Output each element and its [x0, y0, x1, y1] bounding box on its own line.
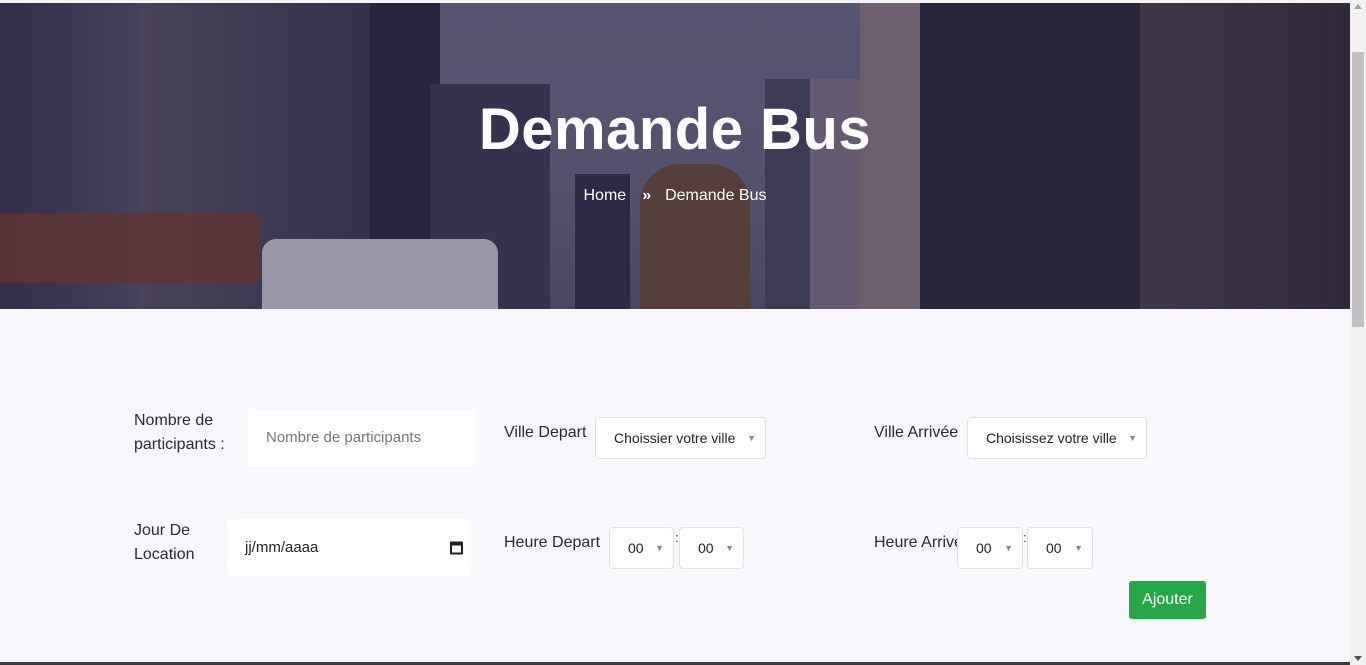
ville-depart-select[interactable]: Choissier votre ville ▼: [595, 417, 766, 459]
chevron-down-icon: ▼: [1128, 433, 1137, 443]
chevron-down-icon: ▼: [1004, 543, 1013, 553]
chevron-down-icon: ▼: [747, 433, 756, 443]
breadcrumb-home-link[interactable]: Home: [584, 187, 627, 204]
chevron-down-icon: ▼: [1074, 543, 1083, 553]
chevron-down-icon: ▼: [655, 543, 664, 553]
hero-banner: Demande Bus Home » Demande Bus: [0, 3, 1350, 309]
heure-depart-hour-select[interactable]: 00 ▼: [609, 527, 674, 569]
ville-arrivee-select[interactable]: Choisissez votre ville ▼: [967, 417, 1147, 459]
ville-depart-selected: Choissier votre ville: [614, 430, 736, 446]
scrollbar-thumb[interactable]: [1352, 52, 1364, 327]
participants-label: Nombre de participants :: [134, 412, 225, 453]
heure-arrivee-hour-select[interactable]: 00 ▼: [957, 527, 1023, 569]
ajouter-button[interactable]: Ajouter: [1129, 581, 1206, 619]
heure-depart-hour-value: 00: [628, 540, 644, 556]
participants-placeholder: Nombre de participants: [266, 429, 422, 446]
scroll-up-arrow-icon[interactable]: [1354, 4, 1362, 9]
calendar-icon[interactable]: [450, 541, 463, 554]
heure-depart-minute-value: 00: [698, 540, 714, 556]
heure-arrivee-label: Heure Arrivée: [874, 534, 958, 551]
scroll-down-arrow-icon[interactable]: [1354, 656, 1362, 661]
heure-depart-minute-select[interactable]: 00 ▼: [679, 527, 744, 569]
heure-arrivee-hour-value: 00: [976, 540, 992, 556]
heure-depart-label: Heure Depart: [504, 534, 601, 551]
participants-input[interactable]: Nombre de participants: [248, 409, 475, 466]
breadcrumb: Home » Demande Bus: [0, 187, 1350, 205]
page-title: Demande Bus: [478, 97, 872, 162]
ville-arrivee-selected: Choisissez votre ville: [986, 430, 1117, 446]
ville-arrivee-label: Ville Arrivée: [874, 424, 959, 441]
breadcrumb-separator: »: [642, 187, 652, 204]
ville-depart-label: Ville Depart: [504, 424, 587, 441]
jour-location-label: Jour De Location: [134, 522, 195, 563]
chevron-down-icon: ▼: [725, 543, 734, 553]
jour-location-input[interactable]: jj/mm/aaaa: [227, 519, 471, 576]
heure-arrivee-minute-select[interactable]: 00 ▼: [1027, 527, 1093, 569]
jour-location-placeholder: jj/mm/aaaa: [245, 539, 319, 556]
heure-arrivee-minute-value: 00: [1046, 540, 1062, 556]
breadcrumb-current: Demande Bus: [665, 187, 767, 204]
page-scrollbar[interactable]: [1350, 0, 1366, 665]
